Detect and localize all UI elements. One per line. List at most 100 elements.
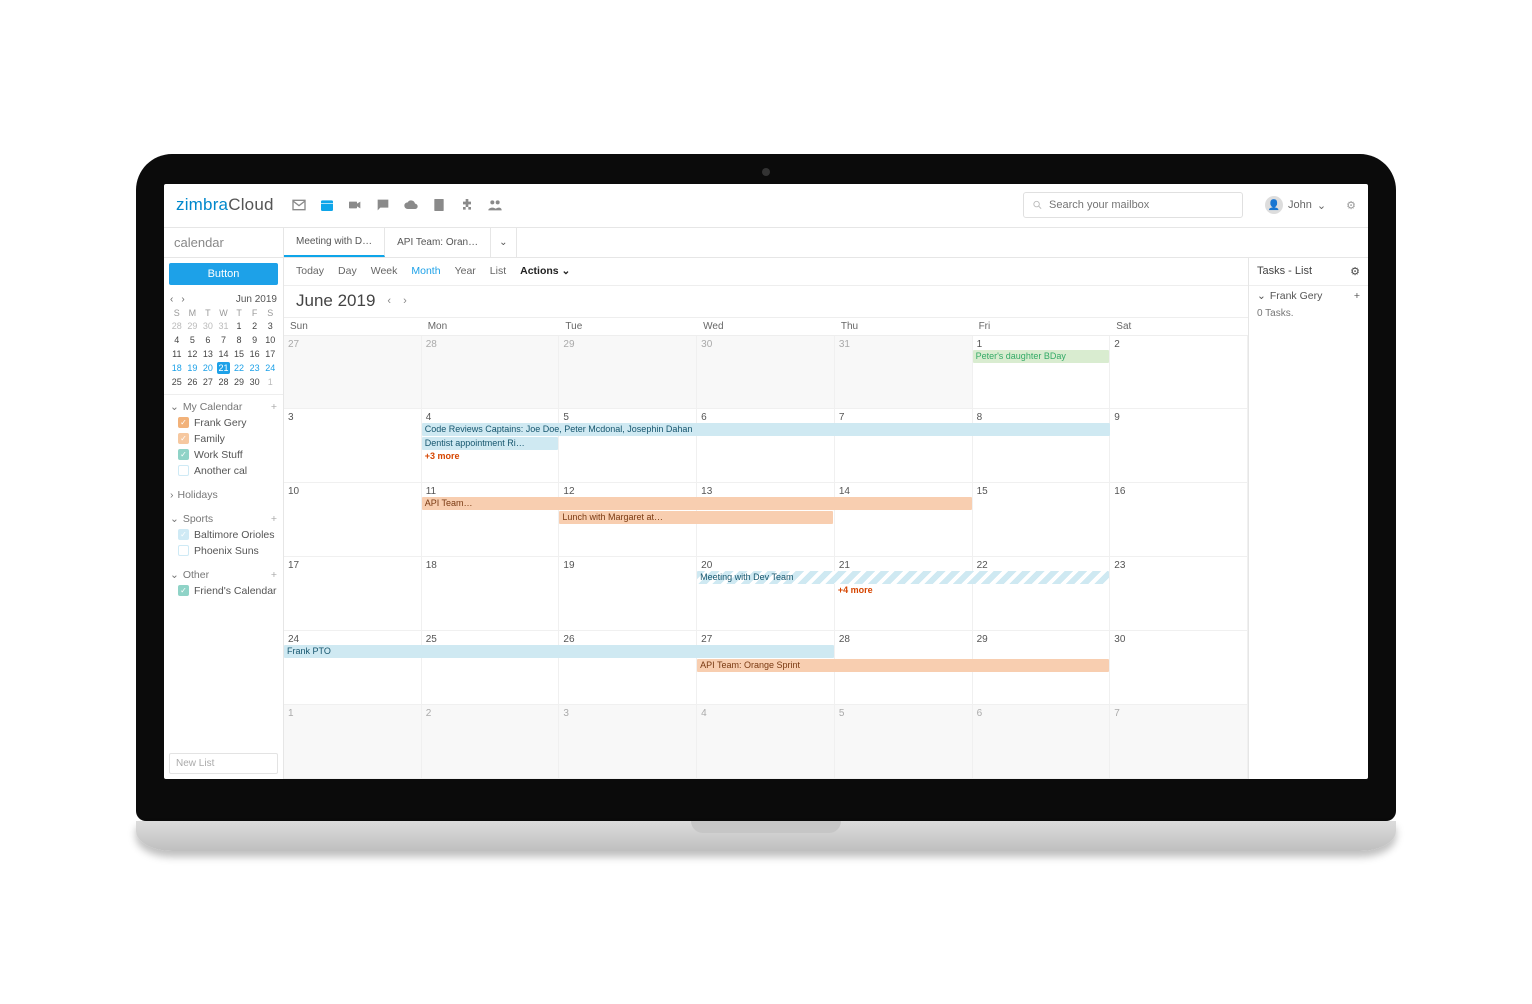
calendar-group[interactable]: ⌄Other+ [164, 567, 283, 583]
video-icon[interactable] [346, 196, 364, 214]
actions-menu[interactable]: Actions ⌄ [520, 265, 570, 277]
day-cell[interactable]: 14 [835, 483, 973, 557]
search-input[interactable] [1049, 199, 1234, 211]
day-cell[interactable]: 30 [1110, 631, 1248, 705]
day-cell[interactable]: 25 [422, 631, 560, 705]
view-month[interactable]: Month [411, 265, 440, 277]
new-button[interactable]: Button [169, 263, 278, 285]
mini-day[interactable]: 9 [248, 334, 262, 346]
calendar-item[interactable]: ✓Family [164, 431, 283, 447]
calendar-event[interactable]: API Team… [422, 497, 972, 510]
day-cell[interactable]: 9 [1110, 409, 1248, 483]
mini-day[interactable]: 3 [263, 320, 277, 332]
calendar-item[interactable]: Another cal [164, 463, 283, 479]
view-day[interactable]: Day [338, 265, 357, 277]
mini-day[interactable]: 19 [186, 362, 200, 374]
calendar-item[interactable]: ✓Frank Gery [164, 415, 283, 431]
mini-day[interactable]: 5 [186, 334, 200, 346]
more-events[interactable]: +3 more [425, 451, 460, 461]
day-cell[interactable]: 10 [284, 483, 422, 557]
mini-day[interactable]: 22 [232, 362, 246, 374]
mini-day[interactable]: 30 [201, 320, 215, 332]
mini-next-icon[interactable]: › [181, 294, 184, 305]
day-cell[interactable]: 27API Team: Orange Sprint [697, 631, 835, 705]
day-cell[interactable]: 19 [559, 557, 697, 631]
mini-day[interactable]: 4 [170, 334, 184, 346]
tab-overflow[interactable]: ⌄ [491, 228, 516, 257]
mini-day[interactable]: 15 [232, 348, 246, 360]
mini-day[interactable]: 13 [201, 348, 215, 360]
tab-item[interactable]: API Team: Oran… [385, 228, 491, 257]
calendar-item[interactable]: ✓Work Stuff [164, 447, 283, 463]
day-cell[interactable]: 1Peter's daughter BDay [973, 336, 1111, 410]
mini-day[interactable]: 31 [217, 320, 231, 332]
search-box[interactable] [1023, 192, 1243, 218]
plus-icon[interactable]: + [271, 513, 277, 525]
day-cell[interactable]: 6 [973, 705, 1111, 779]
mini-day[interactable]: 28 [217, 376, 231, 388]
calendar-event[interactable]: Code Reviews Captains: Joe Doe, Peter Mc… [422, 423, 1110, 436]
day-cell[interactable]: 5 [835, 705, 973, 779]
mini-day[interactable]: 21 [217, 362, 231, 374]
next-month-icon[interactable]: › [403, 295, 407, 307]
view-week[interactable]: Week [371, 265, 398, 277]
day-cell[interactable]: 16 [1110, 483, 1248, 557]
day-cell[interactable]: 23 [1110, 557, 1248, 631]
mini-day[interactable]: 18 [170, 362, 184, 374]
day-cell[interactable]: 3 [559, 705, 697, 779]
mini-day[interactable]: 2 [248, 320, 262, 332]
user-menu[interactable]: 👤 John ⌄ [1265, 196, 1326, 214]
add-task-icon[interactable]: + [1354, 290, 1360, 302]
day-cell[interactable]: 1 [284, 705, 422, 779]
view-year[interactable]: Year [455, 265, 476, 277]
day-cell[interactable]: 7 [1110, 705, 1248, 779]
view-list[interactable]: List [490, 265, 506, 277]
mini-day[interactable]: 7 [217, 334, 231, 346]
day-cell[interactable]: 2 [422, 705, 560, 779]
day-cell[interactable]: 31 [835, 336, 973, 410]
day-cell[interactable]: 18 [422, 557, 560, 631]
mini-day[interactable]: 29 [232, 376, 246, 388]
calendar-group[interactable]: ⌄Sports+ [164, 511, 283, 527]
day-cell[interactable]: 6 [697, 409, 835, 483]
mini-day[interactable]: 25 [170, 376, 184, 388]
mini-day[interactable]: 23 [248, 362, 262, 374]
mini-day[interactable]: 29 [186, 320, 200, 332]
calendar-event[interactable]: Lunch with Margaret at… [559, 511, 833, 524]
day-cell[interactable]: 20Meeting with Dev Team [697, 557, 835, 631]
day-cell[interactable]: 4 [697, 705, 835, 779]
mini-day[interactable]: 1 [263, 376, 277, 388]
tasks-gear-icon[interactable]: ⚙ [1350, 265, 1360, 278]
mini-prev-icon[interactable]: ‹ [170, 294, 173, 305]
view-today[interactable]: Today [296, 265, 324, 277]
day-cell[interactable]: 2 [1110, 336, 1248, 410]
cloud-icon[interactable] [402, 196, 420, 214]
mail-icon[interactable] [290, 196, 308, 214]
calendar-event[interactable]: Dentist appointment Ri… [422, 437, 558, 450]
mini-day[interactable]: 17 [263, 348, 277, 360]
mini-day[interactable]: 26 [186, 376, 200, 388]
addons-icon[interactable] [458, 196, 476, 214]
calendar-item[interactable]: ✓Baltimore Orioles [164, 527, 283, 543]
mini-day[interactable]: 16 [248, 348, 262, 360]
prev-month-icon[interactable]: ‹ [387, 295, 391, 307]
day-cell[interactable]: 24Frank PTO [284, 631, 422, 705]
chevron-down-icon[interactable]: ⌄ [1257, 290, 1266, 302]
day-cell[interactable]: 28 [422, 336, 560, 410]
day-cell[interactable]: 4Code Reviews Captains: Joe Doe, Peter M… [422, 409, 560, 483]
people-icon[interactable] [486, 196, 504, 214]
mini-day[interactable]: 20 [201, 362, 215, 374]
day-cell[interactable]: 8 [973, 409, 1111, 483]
calendar-event[interactable]: Frank PTO [284, 645, 834, 658]
calendar-item[interactable]: Phoenix Suns [164, 543, 283, 559]
mini-day[interactable]: 24 [263, 362, 277, 374]
day-cell[interactable]: 15 [973, 483, 1111, 557]
day-cell[interactable]: 11API Team… [422, 483, 560, 557]
mini-day[interactable]: 14 [217, 348, 231, 360]
mini-day[interactable]: 28 [170, 320, 184, 332]
calendar-icon[interactable] [318, 196, 336, 214]
gear-icon[interactable]: ⚙ [1346, 199, 1356, 212]
calendar-group[interactable]: ⌄My Calendar+ [164, 399, 283, 415]
mini-day[interactable]: 27 [201, 376, 215, 388]
calendar-item[interactable]: ✓Friend's Calendar [164, 583, 283, 599]
